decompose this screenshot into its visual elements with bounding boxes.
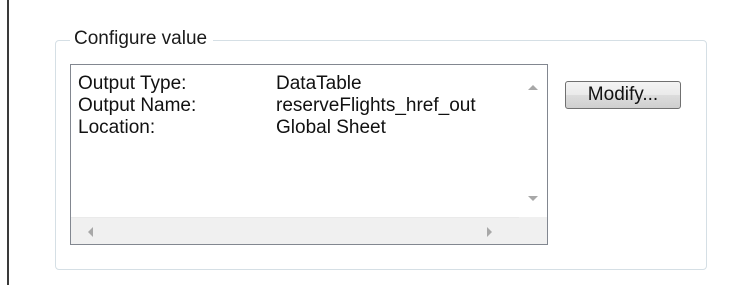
list-item[interactable]: Output Type: DataTable — [78, 73, 518, 95]
output-properties-list[interactable]: Output Type: DataTable Output Name: rese… — [70, 64, 548, 245]
property-value: reserveFlights_href_out — [276, 95, 476, 116]
property-label: Output Type: — [78, 73, 187, 94]
property-value: DataTable — [276, 73, 362, 94]
dialog-panel: Configure value Output Type: DataTable O… — [0, 0, 754, 285]
chevron-left-icon[interactable] — [88, 227, 93, 237]
modify-button[interactable]: Modify... — [565, 81, 681, 109]
chevron-right-icon[interactable] — [487, 227, 492, 237]
list-item[interactable]: Location: Global Sheet — [78, 117, 518, 139]
groupbox-title: Configure value — [70, 27, 214, 51]
list-item[interactable]: Output Name: reserveFlights_href_out — [78, 95, 518, 117]
property-label: Output Name: — [78, 95, 197, 116]
horizontal-scrollbar[interactable] — [71, 217, 519, 244]
chevron-up-icon[interactable] — [528, 85, 538, 90]
list-rows: Output Type: DataTable Output Name: rese… — [78, 73, 518, 139]
property-value: Global Sheet — [276, 117, 386, 138]
vertical-scrollbar[interactable] — [519, 65, 547, 217]
scrollbar-corner — [519, 217, 547, 244]
chevron-down-icon[interactable] — [528, 196, 538, 201]
property-label: Location: — [78, 117, 156, 138]
window-edge — [7, 0, 9, 285]
